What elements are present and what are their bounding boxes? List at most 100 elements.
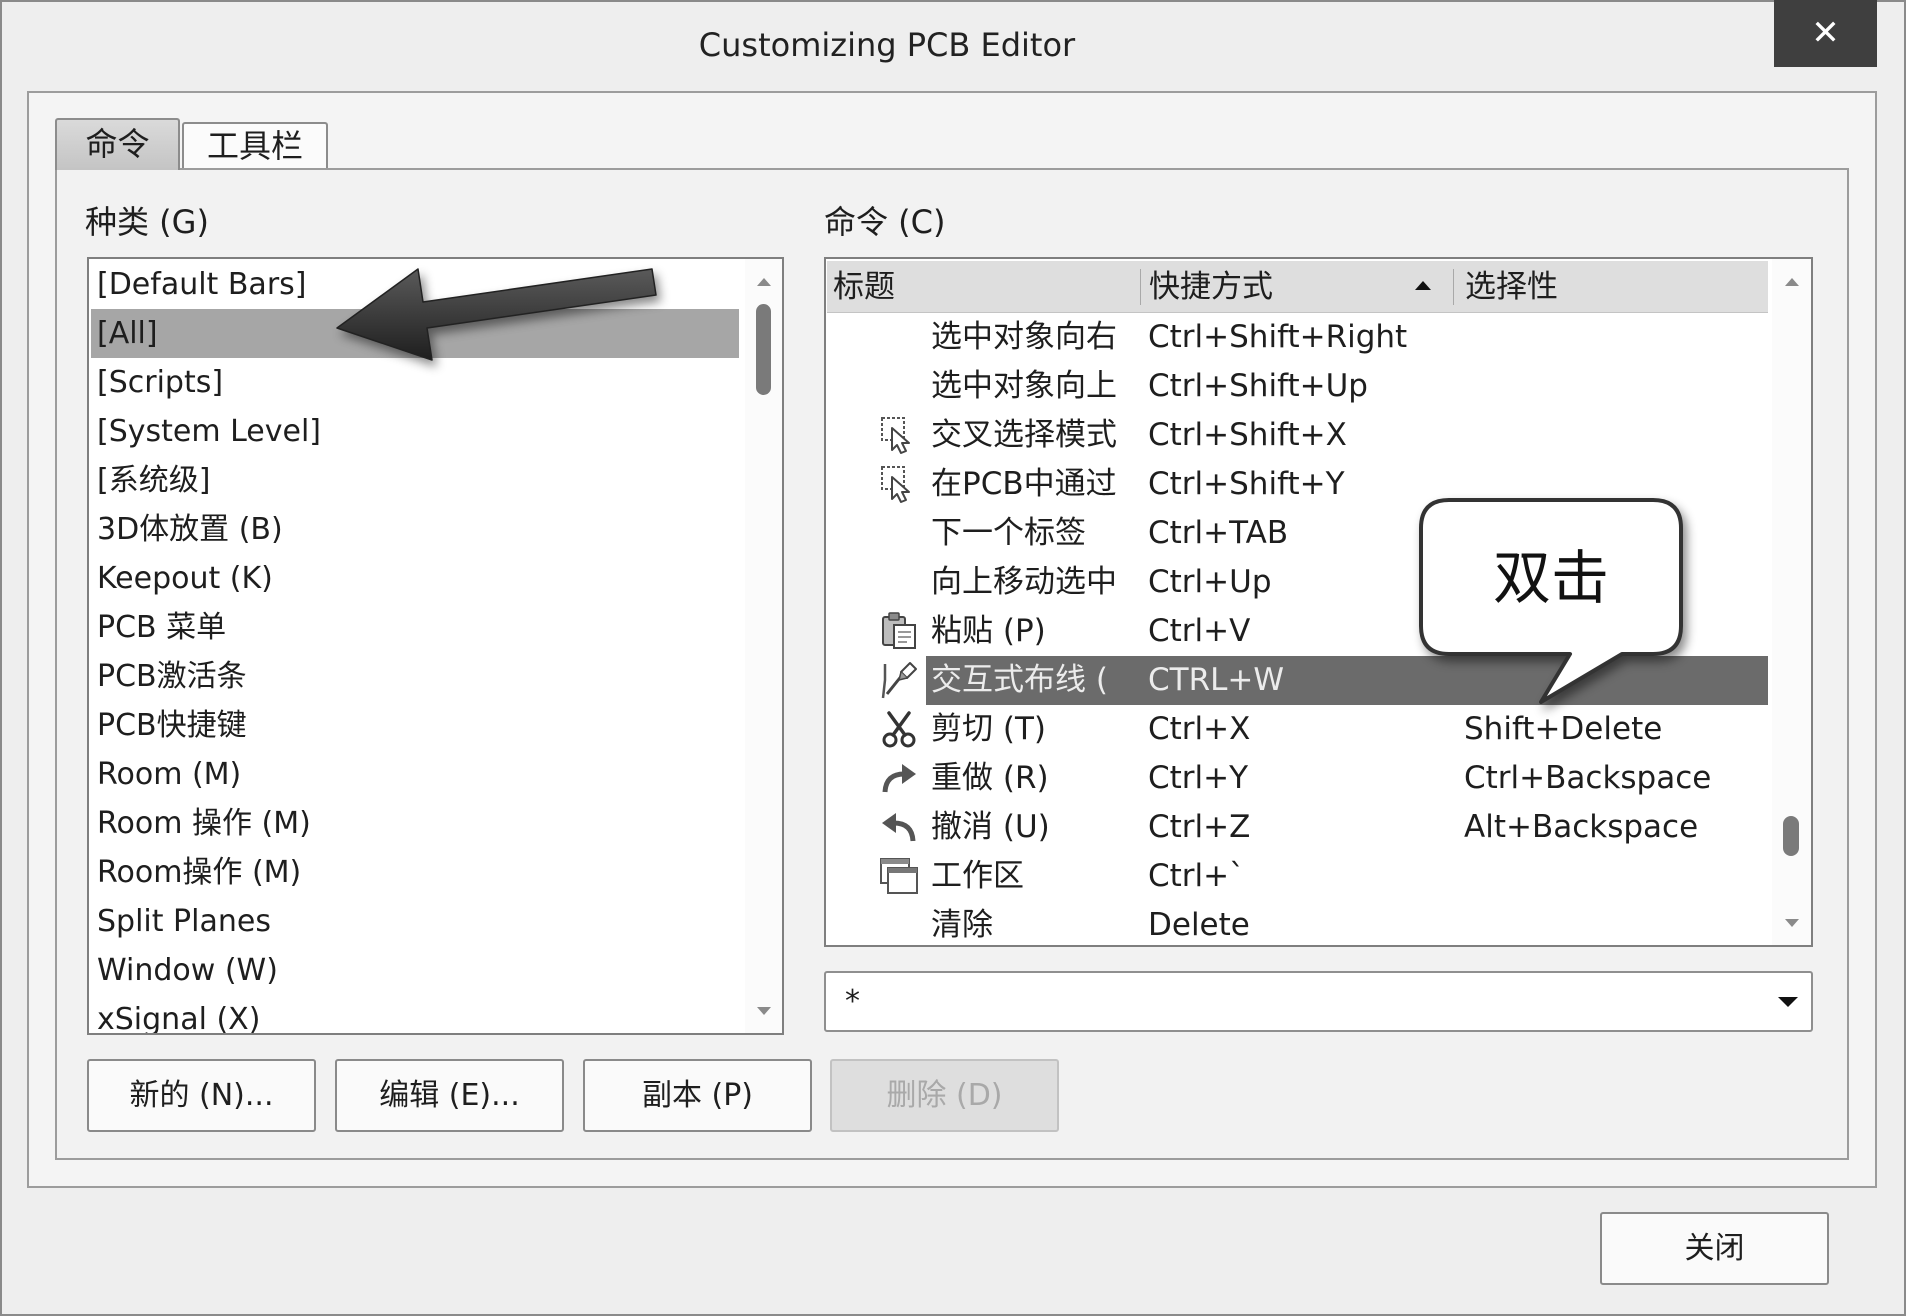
command-shortcut: Ctrl+X bbox=[1148, 711, 1251, 747]
category-item[interactable]: PCB快捷键 bbox=[91, 701, 739, 750]
category-item[interactable]: Room 操作 (M) bbox=[91, 799, 739, 848]
category-item[interactable]: 3D体放置 (B) bbox=[91, 505, 739, 554]
column-divider[interactable] bbox=[1140, 269, 1141, 305]
command-title: 选中对象向右 bbox=[931, 319, 1117, 355]
command-shortcut: Ctrl+Shift+Y bbox=[1148, 466, 1345, 502]
command-selectivity: Shift+Delete bbox=[1464, 711, 1663, 747]
command-selectivity: Alt+Backspace bbox=[1464, 809, 1699, 845]
commands-label: 命令 (C) bbox=[824, 203, 946, 241]
command-title: 剪切 (T) bbox=[931, 711, 1046, 747]
commands-list[interactable]: 标题 快捷方式 选择性 选中对象向右 Ctrl+Shift+Right 选中对象… bbox=[824, 257, 1813, 947]
scroll-up-icon[interactable] bbox=[756, 278, 771, 286]
dropdown-arrow-icon[interactable] bbox=[1778, 997, 1798, 1007]
category-item[interactable]: Room (M) bbox=[91, 750, 739, 799]
category-item[interactable]: [系统级] bbox=[91, 456, 739, 505]
workspace-icon bbox=[879, 856, 919, 896]
commands-scrollbar[interactable] bbox=[1772, 259, 1811, 945]
command-title: 向上移动选中 bbox=[931, 564, 1117, 600]
command-row[interactable]: 向上移动选中 Ctrl+Up bbox=[826, 558, 1768, 607]
command-row[interactable]: 剪切 (T) Ctrl+X Shift+Delete bbox=[826, 705, 1768, 754]
column-header-selectivity[interactable]: 选择性 bbox=[1465, 261, 1558, 313]
scroll-down-icon[interactable] bbox=[1784, 919, 1799, 927]
interactive-route-icon bbox=[879, 660, 919, 700]
category-item[interactable]: xSignal (X) bbox=[91, 995, 739, 1033]
command-row[interactable]: 在PCB中通过 Ctrl+Shift+Y bbox=[826, 460, 1768, 509]
command-row[interactable]: 清除 Delete bbox=[826, 901, 1768, 945]
command-row[interactable]: 重做 (R) Ctrl+Y Ctrl+Backspace bbox=[826, 754, 1768, 803]
command-filter-combobox[interactable]: * bbox=[824, 971, 1813, 1032]
categories-items: [Default Bars] [All] [Scripts] [System L… bbox=[91, 260, 739, 1033]
command-row[interactable]: 交叉选择模式 Ctrl+Shift+X bbox=[826, 411, 1768, 460]
command-shortcut: Ctrl+Y bbox=[1148, 760, 1249, 796]
undo-icon bbox=[879, 807, 919, 847]
command-title: 在PCB中通过 bbox=[931, 466, 1117, 502]
redo-icon bbox=[879, 758, 919, 798]
command-shortcut: Delete bbox=[1148, 907, 1250, 943]
command-row[interactable]: 工作区 Ctrl+` bbox=[826, 852, 1768, 901]
sort-ascending-icon bbox=[1415, 281, 1431, 290]
command-shortcut: Ctrl+TAB bbox=[1148, 515, 1289, 551]
window-title: Customizing PCB Editor bbox=[698, 26, 1076, 64]
command-row[interactable]: 粘贴 (P) Ctrl+V bbox=[826, 607, 1768, 656]
command-row[interactable]: 选中对象向上 Ctrl+Shift+Up bbox=[826, 362, 1768, 411]
command-shortcut: CTRL+W bbox=[1148, 662, 1285, 698]
command-title: 清除 bbox=[931, 907, 993, 943]
category-item[interactable]: Keepout (K) bbox=[91, 554, 739, 603]
command-title: 选中对象向上 bbox=[931, 368, 1117, 404]
filter-value: * bbox=[845, 984, 860, 1019]
category-item[interactable]: PCB 菜单 bbox=[91, 603, 739, 652]
scroll-thumb[interactable] bbox=[1783, 816, 1799, 856]
column-header-title[interactable]: 标题 bbox=[833, 261, 895, 313]
cross-select-icon bbox=[879, 415, 919, 455]
delete-button: 删除 (D) bbox=[830, 1059, 1059, 1132]
close-window-button[interactable]: ✕ bbox=[1774, 0, 1877, 67]
cross-select-icon bbox=[879, 464, 919, 504]
new-button[interactable]: 新的 (N)... bbox=[87, 1059, 316, 1132]
tab-toolbars[interactable]: 工具栏 bbox=[182, 122, 328, 168]
command-title: 下一个标签 bbox=[931, 515, 1086, 551]
command-title: 重做 (R) bbox=[931, 760, 1049, 796]
categories-list[interactable]: [Default Bars] [All] [Scripts] [System L… bbox=[87, 257, 784, 1035]
command-selectivity: Ctrl+Backspace bbox=[1464, 760, 1712, 796]
command-shortcut: Ctrl+` bbox=[1148, 858, 1245, 894]
category-item[interactable]: [System Level] bbox=[91, 407, 739, 456]
column-divider[interactable] bbox=[1453, 269, 1454, 305]
commands-rows: 选中对象向右 Ctrl+Shift+Right 选中对象向上 Ctrl+Shif… bbox=[826, 313, 1768, 945]
close-icon: ✕ bbox=[1811, 13, 1840, 53]
command-shortcut: Ctrl+Shift+X bbox=[1148, 417, 1347, 453]
command-shortcut: Ctrl+V bbox=[1148, 613, 1251, 649]
category-item-selected[interactable]: [All] bbox=[91, 309, 739, 358]
command-title: 交叉选择模式 bbox=[931, 417, 1117, 453]
category-item[interactable]: [Scripts] bbox=[91, 358, 739, 407]
category-item[interactable]: PCB激活条 bbox=[91, 652, 739, 701]
category-item[interactable]: Split Planes bbox=[91, 897, 739, 946]
column-header-shortcut[interactable]: 快捷方式 bbox=[1149, 261, 1273, 313]
command-shortcut: Ctrl+Shift+Right bbox=[1148, 319, 1408, 355]
category-item[interactable]: Room操作 (M) bbox=[91, 848, 739, 897]
categories-scrollbar[interactable] bbox=[745, 259, 782, 1033]
command-row[interactable]: 撤消 (U) Ctrl+Z Alt+Backspace bbox=[826, 803, 1768, 852]
scroll-thumb[interactable] bbox=[756, 304, 771, 395]
close-dialog-button[interactable]: 关闭 bbox=[1600, 1212, 1829, 1285]
command-row[interactable]: 选中对象向右 Ctrl+Shift+Right bbox=[826, 313, 1768, 362]
command-shortcut: Ctrl+Z bbox=[1148, 809, 1251, 845]
command-shortcut: Ctrl+Shift+Up bbox=[1148, 368, 1368, 404]
commands-header: 标题 快捷方式 选择性 bbox=[827, 261, 1768, 313]
scissors-icon bbox=[879, 709, 919, 749]
command-title: 交互式布线 ( bbox=[931, 662, 1108, 698]
category-item[interactable]: [Default Bars] bbox=[91, 260, 739, 309]
scroll-down-icon[interactable] bbox=[756, 1007, 771, 1015]
scroll-up-icon[interactable] bbox=[1784, 278, 1799, 286]
copy-button[interactable]: 副本 (P) bbox=[583, 1059, 812, 1132]
edit-button[interactable]: 编辑 (E)... bbox=[335, 1059, 564, 1132]
command-title: 工作区 bbox=[931, 858, 1024, 894]
command-title: 粘贴 (P) bbox=[931, 613, 1046, 649]
paste-icon bbox=[879, 611, 919, 651]
dialog-window: Customizing PCB Editor ✕ 命令 工具栏 种类 (G) [… bbox=[0, 0, 1906, 1316]
command-row[interactable]: 下一个标签 Ctrl+TAB bbox=[826, 509, 1768, 558]
categories-label: 种类 (G) bbox=[85, 203, 209, 241]
command-title: 撤消 (U) bbox=[931, 809, 1050, 845]
category-item[interactable]: Window (W) bbox=[91, 946, 739, 995]
tab-commands[interactable]: 命令 bbox=[55, 118, 180, 170]
command-row-selected[interactable]: 交互式布线 ( CTRL+W bbox=[826, 656, 1768, 705]
